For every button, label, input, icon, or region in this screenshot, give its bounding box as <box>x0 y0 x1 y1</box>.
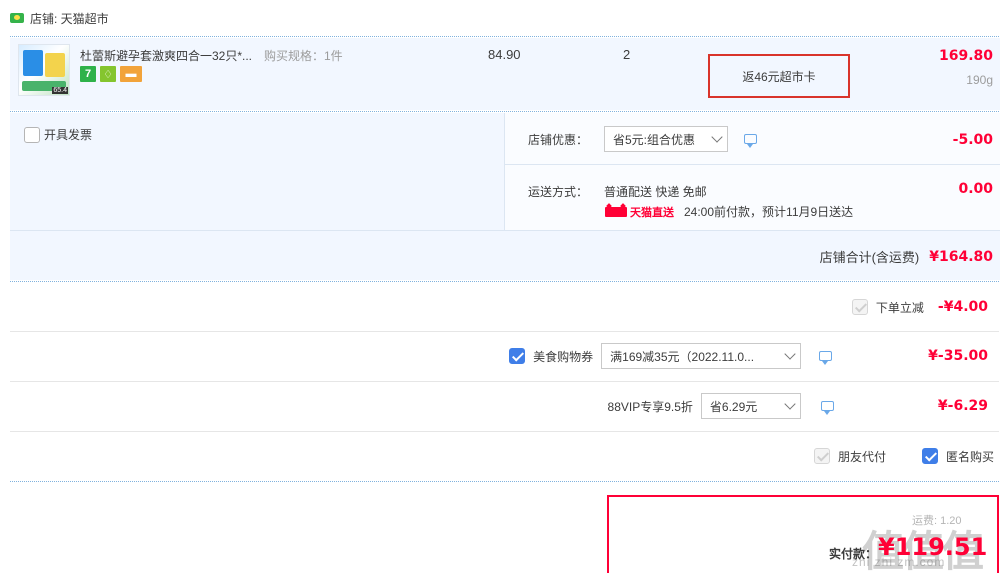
shop-total-amount: ¥164.80 <box>929 248 993 265</box>
vip-amount: ¥-6.29 <box>937 398 988 414</box>
divider <box>10 481 999 482</box>
shop-name[interactable]: 店铺: 天猫超市 <box>30 10 109 27</box>
rebate-text: 返46元超市卡 <box>742 69 816 84</box>
message-icon[interactable] <box>819 351 833 365</box>
coupon-select[interactable]: 满169减35元（2022.11.0... <box>601 343 802 369</box>
chevron-down-icon <box>784 347 796 360</box>
seven-day-return-icon[interactable]: 7 <box>80 66 96 82</box>
chevron-down-icon <box>784 397 796 410</box>
vip-label: 88VIP专享9.5折 <box>607 399 693 414</box>
credit-card-icon[interactable]: ▬ <box>120 66 142 82</box>
instant-discount-row: 下单立减 -¥4.00 <box>10 282 1000 332</box>
coupon-amount: ¥-35.00 <box>928 348 988 364</box>
payment-options-row: 朋友代付 匿名购买 <box>10 431 1000 481</box>
delivery-method: 普通配送 快递 免邮 <box>604 185 707 199</box>
coupon-label: 美食购物券 <box>533 349 594 364</box>
unit-price: 84.90 <box>488 47 521 62</box>
quantity: 2 <box>623 47 631 62</box>
message-icon[interactable] <box>820 401 834 415</box>
vip-select[interactable]: 省6.29元 <box>700 393 801 419</box>
product-thumbnail[interactable]: 65.4 <box>18 44 70 96</box>
vip-value: 省6.29元 <box>709 399 758 414</box>
divider <box>10 230 1000 231</box>
invoice-option[interactable]: 开具发票 <box>24 126 92 143</box>
delivery-eta: 24:00前付款，预计11月9日送达 <box>684 205 854 219</box>
invoice-label[interactable]: 开具发票 <box>44 126 92 143</box>
product-title-link[interactable]: 杜蕾斯避孕套激爽四合一32只*... <box>80 47 252 64</box>
service-badges: 7 ♢ ▬ <box>80 66 142 82</box>
thumb-tag: 65.4 <box>52 87 68 94</box>
shop-total-label: 店铺合计(含运费) <box>819 250 920 265</box>
tmall-direct-text: 天猫直送 <box>630 206 674 219</box>
invoice-checkbox[interactable] <box>24 126 40 143</box>
item-weight: 190g <box>966 73 993 87</box>
divider <box>10 111 999 112</box>
shop-discount-select[interactable]: 省5元:组合优惠 <box>604 126 728 152</box>
tmall-direct-logo: 天猫直送 <box>605 204 674 220</box>
instant-discount-checkbox <box>851 299 868 315</box>
friend-pay-label[interactable]: 朋友代付 <box>838 448 886 465</box>
product-spec: 购买规格：1件 <box>264 49 343 63</box>
anonymous-label[interactable]: 匿名购买 <box>946 448 994 465</box>
vip-row: 88VIP专享9.5折 省6.29元 ¥-6.29 <box>10 381 1000 431</box>
pay-label: 实付款： <box>829 547 878 561</box>
delivery-eta-row: 天猫直送 24:00前付款，预计11月9日送达 <box>605 203 853 220</box>
shop-discount-label: 店铺优惠： <box>528 133 589 147</box>
item-total: 169.80 <box>938 48 993 64</box>
tmall-shop-icon <box>10 12 24 24</box>
pay-amount: ¥119.51 <box>878 533 988 561</box>
shop-discount-amount: -5.00 <box>952 132 993 148</box>
message-icon[interactable] <box>744 134 757 148</box>
coupon-value: 满169减35元（2022.11.0... <box>610 349 755 364</box>
delivery-label: 运送方式： <box>528 185 589 199</box>
chevron-down-icon <box>711 130 723 143</box>
coupon-row: 美食购物券 满169减35元（2022.11.0... ¥-35.00 <box>10 331 1000 381</box>
tmall-guarantee-icon[interactable]: ♢ <box>100 66 116 82</box>
rebate-highlight: 返46元超市卡 <box>708 54 850 98</box>
instant-discount-label: 下单立减 <box>875 300 924 315</box>
instant-discount-amount: -¥4.00 <box>937 299 988 315</box>
shop-header: 店铺: 天猫超市 <box>10 8 109 28</box>
delivery-amount: 0.00 <box>958 181 993 197</box>
shop-total-row: 店铺合计(含运费) ¥164.80 <box>820 247 993 266</box>
coupon-checkbox[interactable] <box>509 348 526 364</box>
shop-discount-value: 省5元:组合优惠 <box>613 132 696 147</box>
tmall-cat-icon <box>605 206 627 217</box>
friend-pay-checkbox[interactable] <box>813 448 830 464</box>
divider <box>504 164 1000 165</box>
divider <box>10 36 999 37</box>
anonymous-checkbox[interactable] <box>921 448 938 464</box>
